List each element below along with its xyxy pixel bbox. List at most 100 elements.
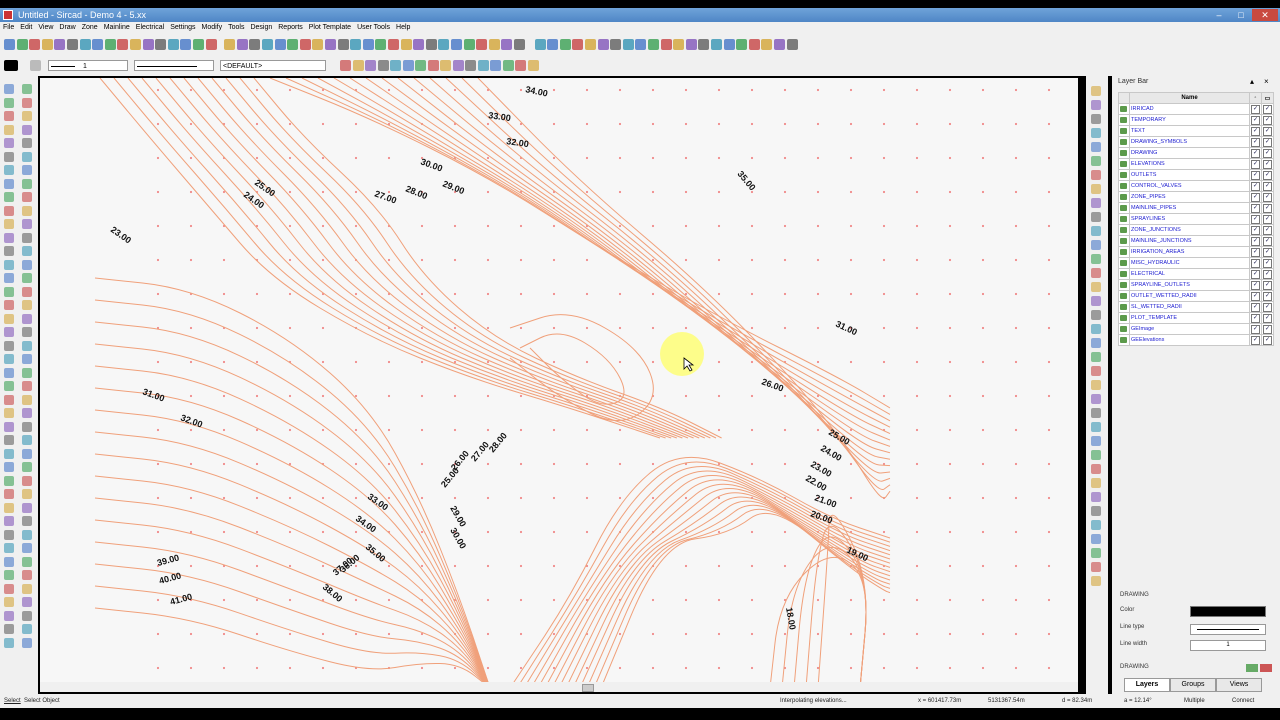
modify-tool-icon[interactable] [1091, 86, 1101, 96]
layer-row[interactable]: MAINLINE_JUNCTIONS ✓ ✓ [1118, 235, 1274, 247]
draw-tool-icon[interactable] [4, 97, 14, 108]
draw-tool-icon[interactable] [4, 435, 14, 445]
toolbar-tool-icon[interactable] [325, 39, 336, 50]
draw-tool-icon[interactable] [4, 124, 14, 135]
layer-row[interactable]: DRAWING ✓ ✓ [1118, 147, 1274, 159]
draw-tool-icon[interactable] [4, 300, 14, 310]
drawing-canvas[interactable]: 34.00 33.00 32.00 30.00 29.00 28.00 27.00 25.00… [40, 78, 1078, 688]
layer-name[interactable]: IRRIGATION_AREAS [1129, 246, 1250, 258]
layer-lock-checkbox[interactable]: ✓ [1263, 148, 1272, 158]
toolbar-tool-icon[interactable] [673, 39, 685, 50]
draw-tool-icon[interactable] [22, 165, 32, 175]
toolbar-tool-icon[interactable] [224, 39, 236, 50]
draw-tool-icon[interactable] [22, 516, 32, 526]
layer-lock-checkbox[interactable]: ✓ [1263, 137, 1272, 147]
layer-lock-checkbox[interactable]: ✓ [1263, 247, 1272, 257]
draw-tool-icon[interactable] [4, 475, 14, 486]
layer-name[interactable]: TEXT [1129, 125, 1250, 137]
draw-tool-icon[interactable] [4, 421, 14, 432]
draw-tool-icon[interactable] [22, 624, 32, 634]
layer-name[interactable]: SPRAYLINES [1129, 213, 1250, 225]
layer-row[interactable]: PLOT_TEMPLATE ✓ ✓ [1118, 312, 1274, 324]
toolbar-tool-icon[interactable] [274, 39, 286, 50]
layer-row[interactable]: SPRAYLINE_OUTLETS ✓ ✓ [1118, 279, 1274, 291]
toolbar-tool-icon[interactable] [597, 39, 609, 50]
layer-lock-checkbox[interactable]: ✓ [1263, 225, 1272, 235]
draw-tool-icon[interactable] [22, 543, 32, 553]
layer-visible-checkbox[interactable]: ✓ [1251, 203, 1260, 213]
layer-row[interactable]: ZONE_PIPES ✓ ✓ [1118, 191, 1274, 203]
layer-row[interactable]: CONTROL_VALVES ✓ ✓ [1118, 180, 1274, 192]
layer-row[interactable]: IRRIGATION_AREAS ✓ ✓ [1118, 246, 1274, 258]
menu-file[interactable]: File [0, 22, 17, 34]
snap-tool-icon[interactable] [440, 60, 451, 71]
modify-tool-icon[interactable] [1091, 198, 1101, 208]
layer-name[interactable]: OUTLET_WETTED_RADII [1129, 290, 1250, 302]
draw-tool-icon[interactable] [22, 462, 32, 472]
draw-tool-icon[interactable] [22, 597, 32, 607]
modify-tool-icon[interactable] [1091, 338, 1101, 348]
line-type-dropdown[interactable]: 1 [48, 60, 128, 71]
draw-tool-icon[interactable] [22, 111, 32, 121]
layer-visible-checkbox[interactable]: ✓ [1251, 115, 1260, 125]
toolbar-tool-icon[interactable] [463, 39, 475, 50]
toolbar-tool-icon[interactable] [67, 39, 78, 50]
layer-visible-checkbox[interactable]: ✓ [1251, 159, 1260, 169]
layer-visible-checkbox[interactable]: ✓ [1251, 192, 1260, 202]
minimize-button[interactable]: – [1208, 9, 1230, 21]
layer-visible-checkbox[interactable]: ✓ [1251, 181, 1260, 191]
toolbar-tool-icon[interactable] [488, 39, 500, 50]
layer-name[interactable]: MAINLINE_JUNCTIONS [1129, 235, 1250, 247]
toolbar-tool-icon[interactable] [117, 39, 129, 50]
draw-tool-icon[interactable] [4, 462, 14, 472]
draw-tool-icon[interactable] [22, 394, 32, 405]
snap-tool-icon[interactable] [377, 60, 389, 71]
modify-tool-icon[interactable] [1091, 156, 1101, 166]
draw-tool-icon[interactable] [4, 367, 14, 378]
modify-tool-icon[interactable] [1091, 520, 1101, 530]
toolbar-tool-icon[interactable] [337, 39, 349, 50]
menu-settings[interactable]: Settings [167, 22, 198, 34]
toolbar-tool-icon[interactable] [79, 39, 91, 50]
layer-row[interactable]: OUTLET_WETTED_RADII ✓ ✓ [1118, 290, 1274, 302]
toolbar-tool-icon[interactable] [142, 39, 154, 50]
layer-name[interactable]: ZONE_PIPES [1129, 191, 1250, 203]
draw-tool-icon[interactable] [22, 556, 32, 567]
layer-visible-checkbox[interactable]: ✓ [1251, 126, 1260, 136]
draw-tool-icon[interactable] [22, 529, 32, 540]
layer-row[interactable]: TEXT ✓ ✓ [1118, 125, 1274, 137]
layer-row[interactable]: MAINLINE_PIPES ✓ ✓ [1118, 202, 1274, 214]
toolbar-tool-icon[interactable] [501, 39, 513, 50]
layer-name[interactable]: ELEVATIONS [1129, 158, 1250, 170]
draw-tool-icon[interactable] [4, 259, 14, 270]
toolbar-tool-icon[interactable] [413, 39, 425, 50]
layer-icon[interactable] [30, 60, 41, 71]
layer-name[interactable]: SPRAYLINE_OUTLETS [1129, 279, 1250, 291]
modify-tool-icon[interactable] [1091, 408, 1101, 418]
draw-tool-icon[interactable] [22, 259, 32, 270]
draw-tool-icon[interactable] [4, 111, 14, 121]
layer-name[interactable]: GEElevations [1129, 334, 1250, 346]
draw-tool-icon[interactable] [4, 556, 14, 567]
draw-tool-icon[interactable] [4, 624, 14, 634]
layer-lock-checkbox[interactable]: ✓ [1263, 170, 1272, 180]
toolbar-tool-icon[interactable] [104, 39, 116, 50]
toolbar-tool-icon[interactable] [610, 39, 622, 50]
layer-row[interactable]: SPRAYLINES ✓ ✓ [1118, 213, 1274, 225]
toolbar-tool-icon[interactable] [155, 39, 167, 50]
layer-line-width-dropdown[interactable]: 1 [1190, 640, 1266, 651]
layer-lock-checkbox[interactable]: ✓ [1263, 104, 1272, 114]
draw-tool-icon[interactable] [22, 354, 32, 364]
toolbar-tool-icon[interactable] [514, 39, 525, 50]
layer-visible-checkbox[interactable]: ✓ [1251, 236, 1260, 246]
layer-row[interactable]: GEElevations ✓ ✓ [1118, 334, 1274, 346]
toolbar-tool-icon[interactable] [362, 39, 374, 50]
draw-tool-icon[interactable] [22, 138, 32, 148]
pin-icon[interactable]: ▴ [1250, 77, 1254, 86]
draw-tool-icon[interactable] [4, 610, 14, 621]
modify-tool-icon[interactable] [1091, 366, 1101, 376]
snap-tool-icon[interactable] [340, 60, 351, 71]
layer-visible-checkbox[interactable]: ✓ [1251, 225, 1260, 235]
toolbar-tool-icon[interactable] [375, 39, 387, 50]
layer-dropdown[interactable]: <DEFAULT> [220, 60, 326, 71]
